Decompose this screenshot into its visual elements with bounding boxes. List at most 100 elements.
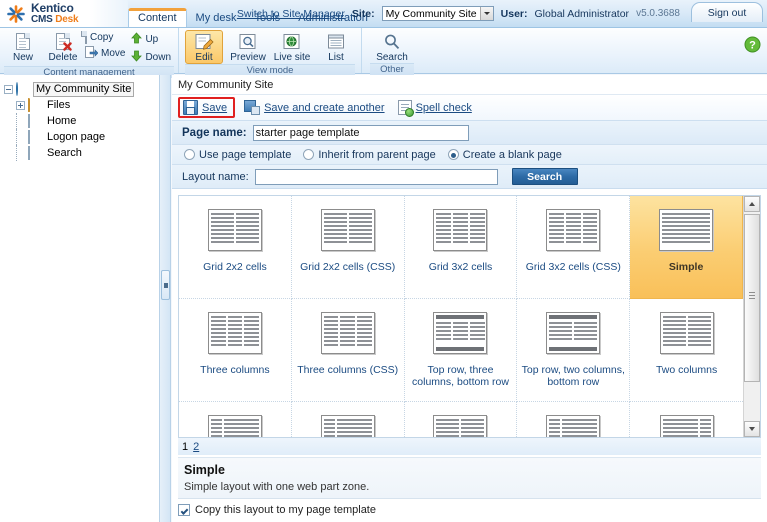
view-mode-edit-button[interactable]: Edit xyxy=(185,30,224,64)
layout-thumb-three-col xyxy=(320,312,375,354)
ribbon-group-other: Search Other xyxy=(361,28,422,75)
copy-layout-row: Copy this layout to my page template xyxy=(178,498,761,516)
tree-node-home[interactable]: Home xyxy=(4,113,155,129)
layout-details-title: Simple xyxy=(184,463,225,477)
switch-to-site-manager-link[interactable]: Switch to Site Manager xyxy=(237,8,345,20)
page-name-input[interactable] xyxy=(252,124,469,141)
layout-tile-three-columns-css[interactable]: Three columns (CSS) xyxy=(291,299,405,402)
radio-icon xyxy=(303,149,315,160)
site-select[interactable]: My Community Site xyxy=(381,6,494,21)
layout-name-input[interactable] xyxy=(254,168,498,185)
version-label: v5.0.3688 xyxy=(636,8,680,19)
layout-name-label: Layout name: xyxy=(182,170,249,183)
help-question-icon[interactable]: ? xyxy=(744,36,761,56)
new-document-icon xyxy=(16,31,30,52)
layout-tile-row3-4[interactable] xyxy=(517,402,631,437)
search-button[interactable]: Search xyxy=(370,30,414,63)
layout-tile-label: Simple xyxy=(668,261,704,273)
page-number-2[interactable]: 2 xyxy=(193,441,199,453)
layout-thumb-top-two-bottom xyxy=(546,312,601,354)
search-button-label: Search xyxy=(376,52,408,63)
ribbon-caption-other: Other xyxy=(370,63,415,75)
up-button[interactable]: Up xyxy=(130,31,174,48)
page-number-1[interactable]: 1 xyxy=(182,441,188,453)
radio-inherit-from-parent-page[interactable]: Inherit from parent page xyxy=(303,149,436,161)
scroll-up-button[interactable] xyxy=(744,196,760,212)
delete-document-icon xyxy=(56,31,72,52)
spell-check-button[interactable]: Spell check xyxy=(395,98,482,117)
header-right-area: Switch to Site Manager Site: My Communit… xyxy=(237,0,767,27)
view-mode-live-site-button[interactable]: Live site xyxy=(273,30,311,63)
layout-thumb-grid-2x2 xyxy=(207,209,262,251)
layout-tile-row3-2[interactable] xyxy=(292,402,405,437)
save-and-create-another-button[interactable]: Save and create another xyxy=(241,98,394,117)
layout-gallery-scrollbar[interactable] xyxy=(743,196,760,437)
layout-tile-simple[interactable]: Simple xyxy=(630,196,743,299)
layout-tile-row3-5[interactable] xyxy=(630,402,743,437)
pane-splitter[interactable] xyxy=(160,75,171,522)
tree-node-label: Files xyxy=(47,98,71,111)
layout-tile-label: Grid 3x2 cells (CSS) xyxy=(525,261,621,273)
copy-layout-checkbox-label[interactable]: Copy this layout to my page template xyxy=(195,504,376,516)
move-button[interactable]: Move xyxy=(84,45,128,62)
move-icon xyxy=(85,46,99,61)
logo-wordmark: Kentico CMS Desk xyxy=(31,2,79,24)
layout-tile-two-columns[interactable]: Two columns xyxy=(630,299,743,402)
tree-node-logon-page[interactable]: Logon page xyxy=(4,129,155,145)
ribbon-toolbar: New Delete Copy Move Up Down Content man… xyxy=(0,28,767,78)
up-button-label: Up xyxy=(145,34,159,45)
delete-button-label: Delete xyxy=(48,52,78,63)
layout-tile-top-row-three-columns-bottom-row[interactable]: Top row, three columns, bottom row xyxy=(404,299,518,402)
radio-use-page-template[interactable]: Use page template xyxy=(184,149,291,161)
down-button[interactable]: Down xyxy=(130,49,174,66)
copy-layout-checkbox[interactable] xyxy=(178,504,190,516)
expand-expander-icon[interactable] xyxy=(16,100,25,110)
delete-button[interactable]: Delete xyxy=(44,30,82,63)
layout-tile-three-columns[interactable]: Three columns xyxy=(179,299,292,402)
view-mode-live-site-label: Live site xyxy=(273,52,311,63)
layout-thumb-simple xyxy=(659,209,714,251)
view-mode-list-button[interactable]: List xyxy=(317,30,355,63)
ribbon-group-items: Edit Preview Live site List xyxy=(185,28,355,64)
layout-thumb-partial-c xyxy=(433,415,488,437)
tab-content[interactable]: Content xyxy=(128,8,187,27)
layout-tile-grid-2x2-cells-css[interactable]: Grid 2x2 cells (CSS) xyxy=(291,196,405,299)
tree-node-files[interactable]: Files xyxy=(4,97,155,113)
layout-tile-grid-2x2-cells[interactable]: Grid 2x2 cells xyxy=(179,196,292,299)
layout-search-button[interactable]: Search xyxy=(511,168,578,185)
kentico-cms-desk-window: Kentico CMS Desk Content My desk Tools A… xyxy=(0,0,767,522)
layout-thumb-top-three-bottom xyxy=(433,312,488,354)
new-button[interactable]: New xyxy=(4,30,42,63)
sign-out-button[interactable]: Sign out xyxy=(691,2,763,22)
template-option-radio-group: Use page template Inherit from parent pa… xyxy=(172,145,767,165)
layout-grid: Grid 2x2 cells Grid 2x2 cells (CSS) Grid… xyxy=(179,196,743,437)
splitter-collapse-handle[interactable] xyxy=(161,270,170,300)
layout-tile-top-row-two-columns-bottom-row[interactable]: Top row, two columns, bottom row xyxy=(517,299,631,402)
view-mode-preview-label: Preview xyxy=(230,52,266,63)
collapse-expander-icon[interactable] xyxy=(4,84,13,94)
save-button[interactable]: Save xyxy=(178,97,236,118)
ribbon-group-items: New Delete Copy Move Up Down xyxy=(4,28,174,66)
globe-icon xyxy=(16,81,30,96)
layout-thumb-two-col xyxy=(659,312,714,354)
scrollbar-thumb[interactable] xyxy=(744,214,760,382)
layout-thumb-partial-a xyxy=(207,415,262,437)
main-area: My Community Site Files Home Logon page … xyxy=(0,75,767,522)
list-icon xyxy=(327,31,345,52)
layout-tile-grid-3x2-cells-css[interactable]: Grid 3x2 cells (CSS) xyxy=(517,196,631,299)
copy-button[interactable]: Copy xyxy=(84,31,128,44)
layout-gallery: Grid 2x2 cells Grid 2x2 cells (CSS) Grid… xyxy=(178,195,761,438)
user-label: User: xyxy=(500,7,528,20)
ribbon-small-column-1: Copy Move xyxy=(84,30,128,62)
tree-node-my-community-site[interactable]: My Community Site xyxy=(4,81,155,97)
layout-thumb-grid-3x2 xyxy=(433,209,488,251)
move-button-label: Move xyxy=(101,48,126,59)
radio-create-a-blank-page[interactable]: Create a blank page xyxy=(447,149,562,161)
layout-tile-row3-1[interactable] xyxy=(179,402,292,437)
scroll-down-button[interactable] xyxy=(744,421,760,437)
layout-tile-grid-3x2-cells[interactable]: Grid 3x2 cells xyxy=(404,196,518,299)
layout-tile-row3-3[interactable] xyxy=(405,402,518,437)
view-mode-preview-button[interactable]: Preview xyxy=(229,30,267,63)
tree-node-search[interactable]: Search xyxy=(4,145,155,161)
spell-check-label: Spell check xyxy=(415,101,472,114)
